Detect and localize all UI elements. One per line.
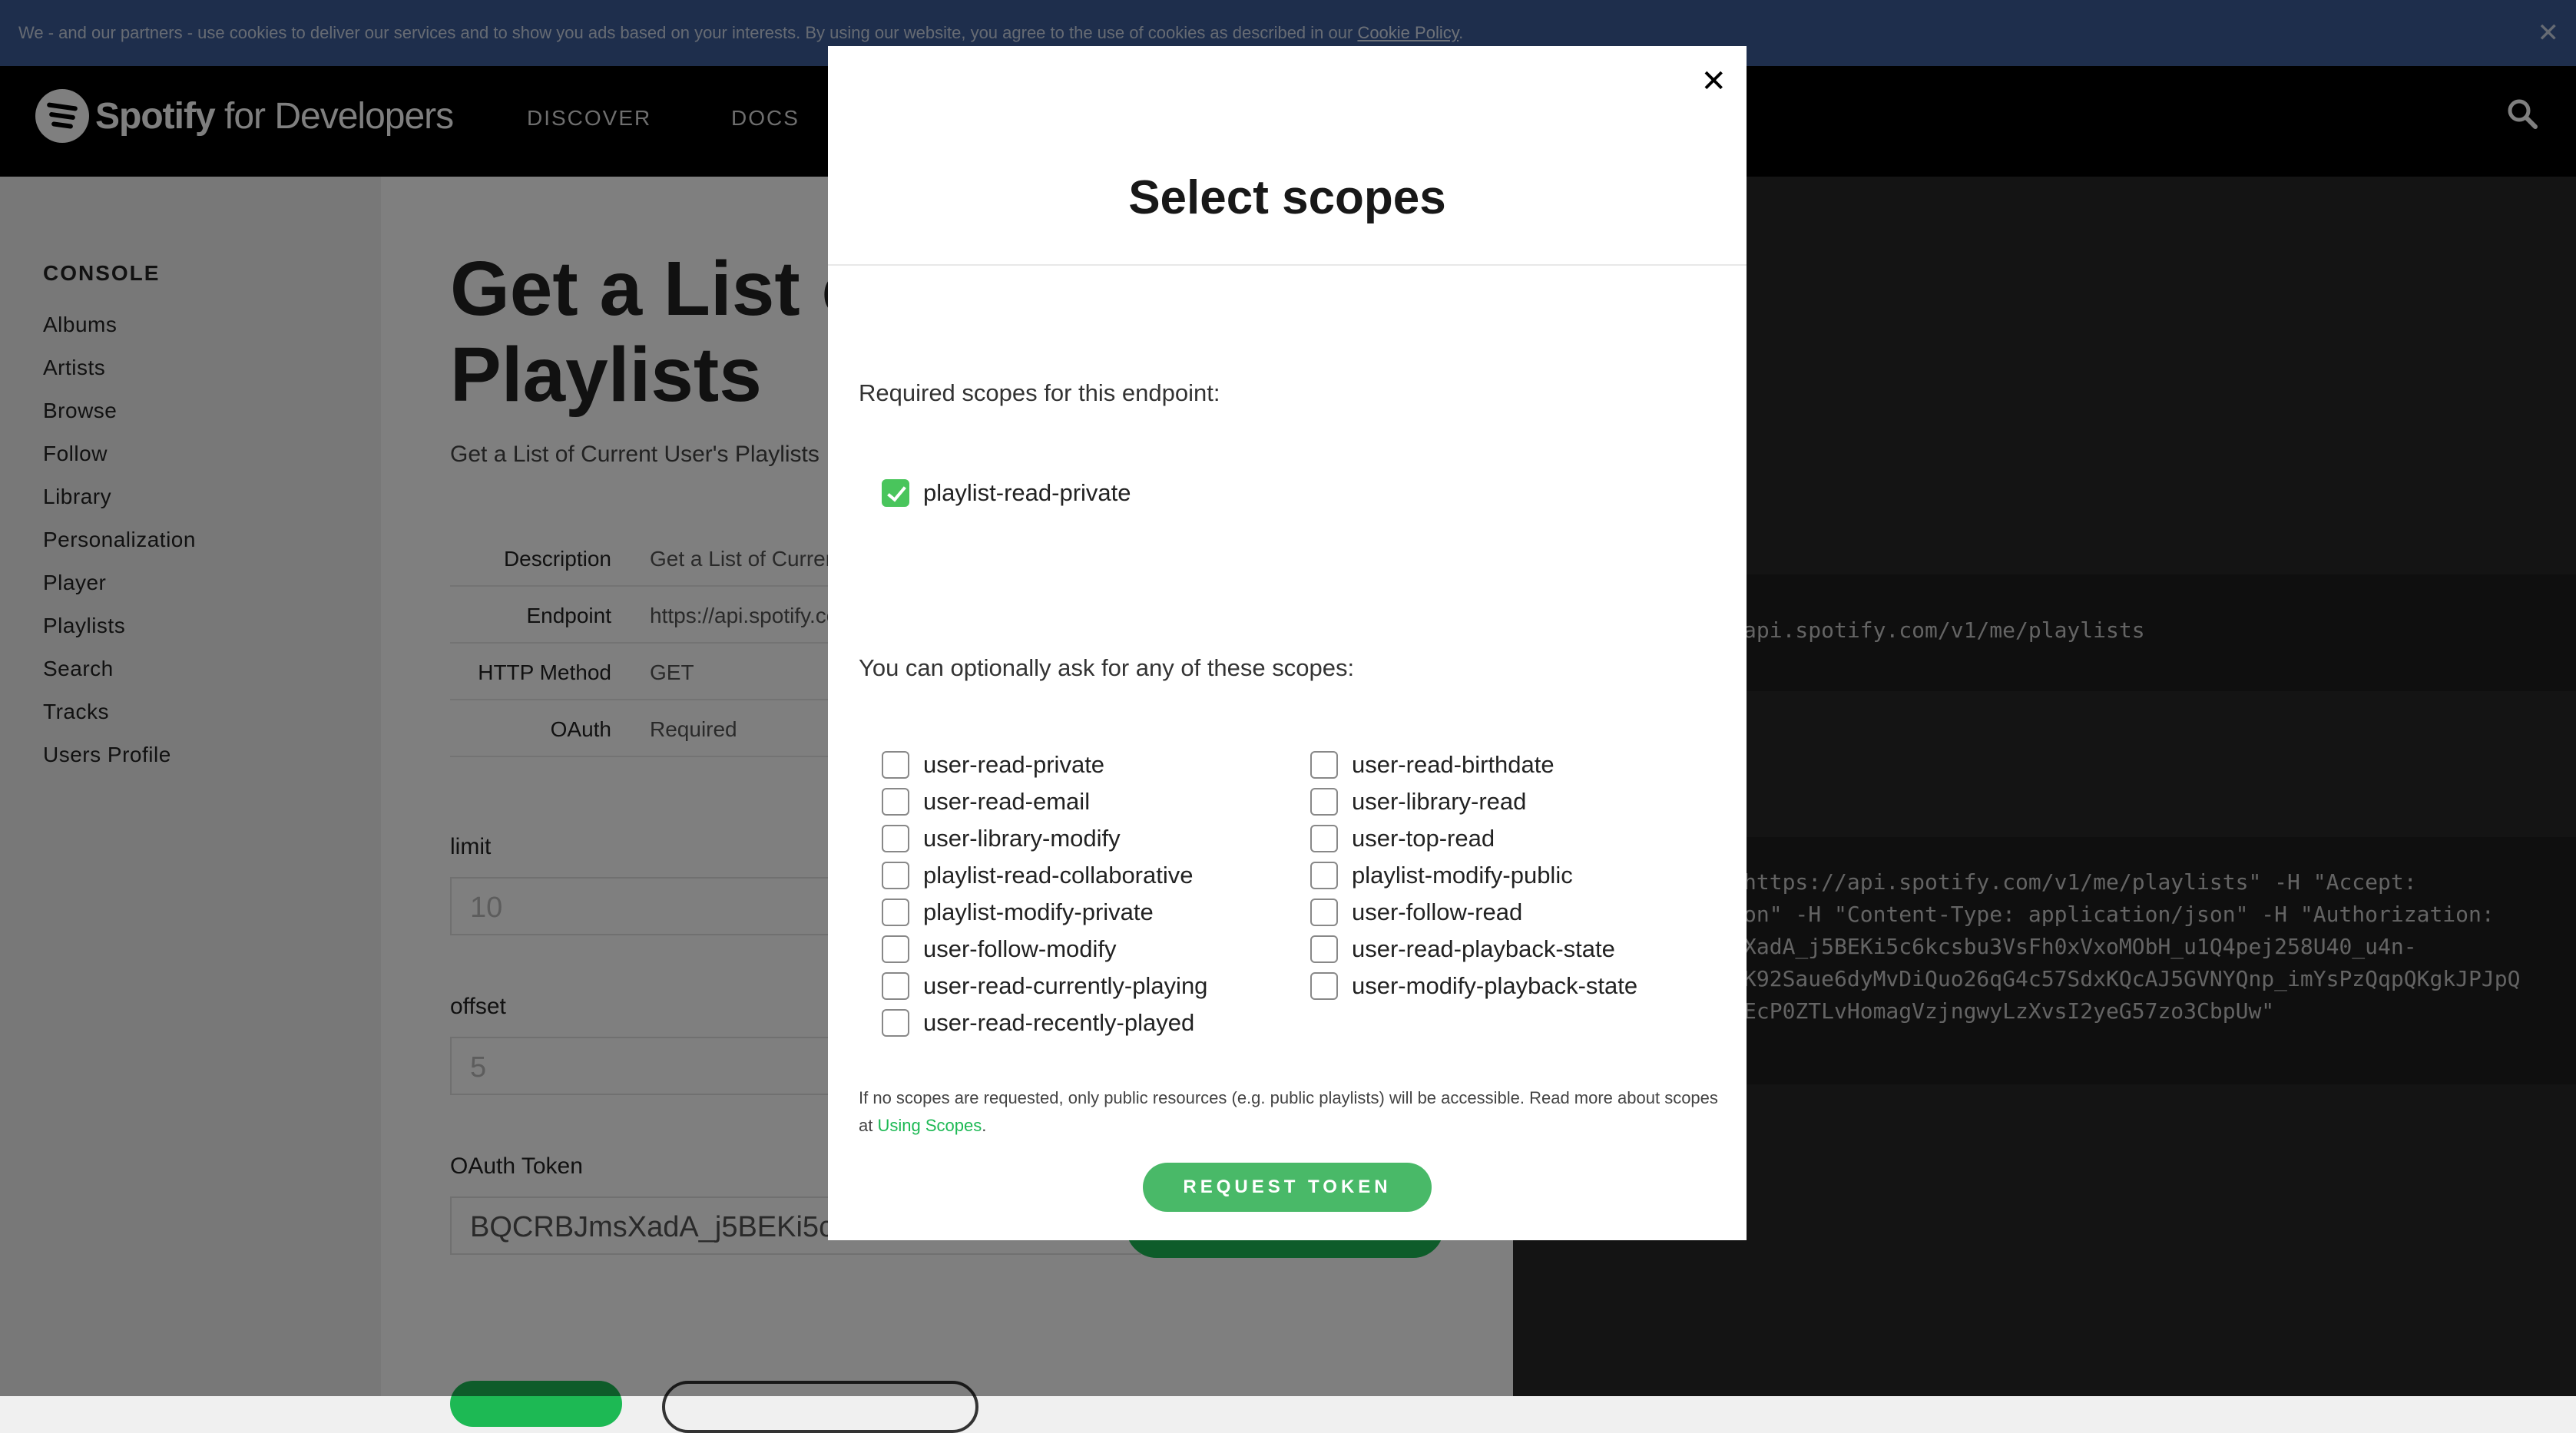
scope-user-read-recently-played[interactable]: user-read-recently-played [882,1004,1194,1041]
required-scopes-text: Required scopes for this endpoint: [859,379,1220,406]
scope-playlist-read-private[interactable]: playlist-read-private [882,475,1131,511]
checkbox[interactable] [882,862,909,889]
scope-playlist-read-collaborative[interactable]: playlist-read-collaborative [882,857,1194,894]
checkbox[interactable] [882,899,909,926]
modal-title: Select scopes [1128,171,1446,224]
checkbox[interactable] [1310,751,1338,779]
using-scopes-link[interactable]: Using Scopes [877,1116,982,1135]
request-token-button[interactable]: REQUEST TOKEN [1143,1163,1432,1212]
scope-user-modify-playback-state[interactable]: user-modify-playback-state [1310,968,1637,1004]
optional-scopes-text: You can optionally ask for any of these … [859,654,1355,681]
scope-user-follow-modify[interactable]: user-follow-modify [882,931,1117,968]
scope-user-read-email[interactable]: user-read-email [882,783,1090,820]
checkbox[interactable] [882,788,909,816]
checkbox[interactable] [882,825,909,852]
scope-user-read-private[interactable]: user-read-private [882,746,1104,783]
scope-user-follow-read[interactable]: user-follow-read [1310,894,1522,931]
checkbox[interactable] [1310,935,1338,963]
scope-playlist-modify-private[interactable]: playlist-modify-private [882,894,1154,931]
scope-user-read-currently-playing[interactable]: user-read-currently-playing [882,968,1207,1004]
checkbox[interactable] [1310,788,1338,816]
checkbox-checked[interactable] [882,479,909,507]
checkbox[interactable] [1310,972,1338,1000]
checkbox[interactable] [1310,825,1338,852]
scope-user-library-modify[interactable]: user-library-modify [882,820,1121,857]
scope-playlist-modify-public[interactable]: playlist-modify-public [1310,857,1573,894]
scope-user-library-read[interactable]: user-library-read [1310,783,1526,820]
checkbox[interactable] [882,751,909,779]
modal-divider [828,264,1747,266]
scopes-note: If no scopes are requested, only public … [859,1088,1718,1135]
checkbox[interactable] [1310,862,1338,889]
close-icon[interactable]: ✕ [1700,66,1727,97]
scope-user-read-birthdate[interactable]: user-read-birthdate [1310,746,1555,783]
scope-user-top-read[interactable]: user-top-read [1310,820,1495,857]
checkbox[interactable] [882,972,909,1000]
checkbox[interactable] [882,935,909,963]
scope-user-read-playback-state[interactable]: user-read-playback-state [1310,931,1615,968]
select-scopes-modal: ✕ Select scopes Required scopes for this… [828,46,1747,1240]
checkbox[interactable] [1310,899,1338,926]
checkbox[interactable] [882,1009,909,1037]
